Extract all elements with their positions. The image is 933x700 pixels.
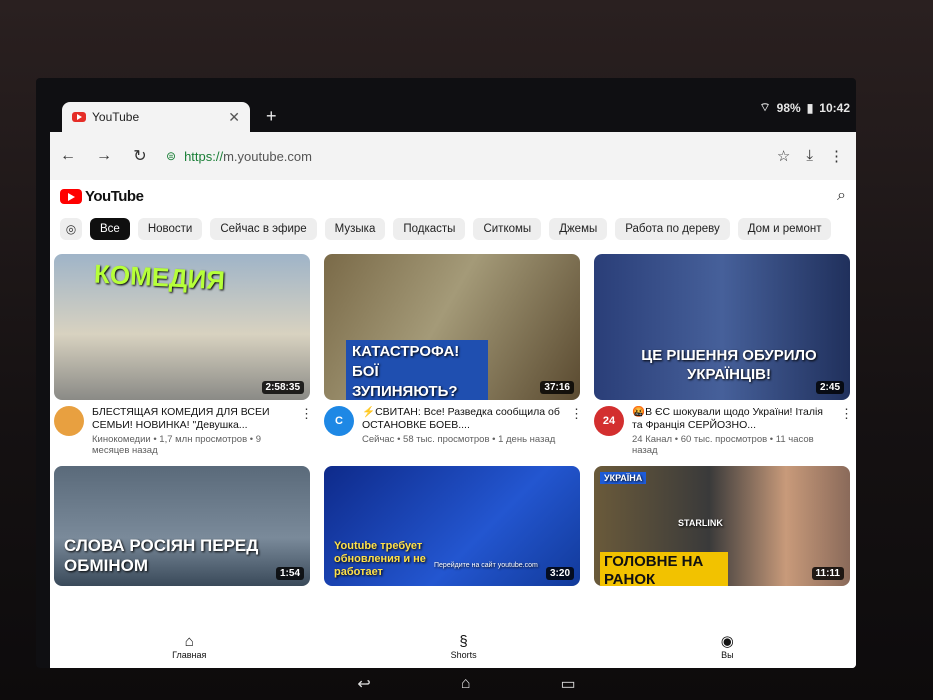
nav-home[interactable]: ⌂ Главная bbox=[172, 633, 206, 660]
video-duration: 11:11 bbox=[811, 567, 844, 580]
youtube-play-icon bbox=[60, 188, 82, 204]
back-icon[interactable]: ← bbox=[50, 147, 86, 165]
tab-title: YouTube bbox=[92, 110, 140, 124]
chip-podcasts[interactable]: Подкасты bbox=[393, 218, 466, 240]
browser-tab[interactable]: YouTube ✕ bbox=[62, 102, 250, 132]
thumbnail-caption: КАТАСТРОФА! БОЇ ЗУПИНЯЮТЬ? bbox=[346, 340, 488, 400]
chip-home-repair[interactable]: Дом и ремонт bbox=[737, 218, 832, 240]
home-icon: ⌂ bbox=[184, 632, 194, 650]
home-button-icon[interactable]: ⌂ bbox=[461, 675, 471, 693]
video-grid: КОМЕДИЯ 2:58:35 БЛЕСТЯЩАЯ КОМЕДИЯ ДЛЯ ВС… bbox=[54, 254, 854, 586]
nav-shorts-label: Shorts bbox=[450, 649, 477, 660]
chip-all[interactable]: Все bbox=[90, 218, 130, 240]
video-card[interactable]: СЛОВА РОСІЯН ПЕРЕД ОБМІНОМ 1:54 bbox=[54, 466, 310, 586]
url-host: m.youtube.com bbox=[223, 148, 312, 164]
video-duration: 1:54 bbox=[275, 567, 304, 580]
video-duration: 3:20 bbox=[545, 567, 574, 580]
video-card[interactable]: ЦЕ РІШЕННЯ ОБУРИЛО УКРАЇНЦІВ! 2:45 24 🤬В… bbox=[594, 254, 853, 456]
bottom-navigation: ⌂ Главная § Shorts ◉ Вы bbox=[50, 624, 856, 668]
thumbnail-caption: КОМЕДИЯ bbox=[93, 258, 226, 296]
more-options-icon[interactable]: ⋮ bbox=[570, 406, 583, 445]
reload-icon[interactable]: ↻ bbox=[122, 146, 158, 166]
nav-shorts[interactable]: § Shorts bbox=[451, 633, 477, 660]
youtube-header: YouTube ⌕ bbox=[50, 180, 856, 212]
video-meta: 24 Канал • 60 тыс. просмотров • 11 часов… bbox=[632, 434, 814, 456]
thumbnail-caption: ГОЛОВНЕ НА РАНОК bbox=[600, 552, 728, 586]
video-duration: 2:58:35 bbox=[261, 381, 304, 394]
thumbnail-caption: ЦЕ РІШЕННЯ ОБУРИЛО УКРАЇНЦІВ! bbox=[641, 347, 817, 383]
back-gesture-icon[interactable]: ↩ bbox=[357, 674, 370, 694]
video-meta: Кинокомедии • 1,7 млн просмотров • 9 мес… bbox=[92, 434, 262, 456]
video-card[interactable]: КАТАСТРОФА! БОЇ ЗУПИНЯЮТЬ? 37:16 С ⚡СВИТ… bbox=[324, 254, 583, 456]
channel-avatar[interactable] bbox=[54, 406, 84, 436]
chip-woodworking[interactable]: Работа по дереву bbox=[615, 218, 730, 240]
explore-compass-icon[interactable]: ◎ bbox=[60, 218, 82, 240]
tablet-screen: ⌔ 98% ▮ 10:42 YouTube ✕ + ← → ↻ ⊜ https:… bbox=[36, 78, 856, 668]
more-options-icon[interactable]: ⋮ bbox=[840, 406, 853, 456]
video-card[interactable]: КОМЕДИЯ 2:58:35 БЛЕСТЯЩАЯ КОМЕДИЯ ДЛЯ ВС… bbox=[54, 254, 313, 456]
account-icon: ◉ bbox=[720, 633, 734, 650]
channel-avatar[interactable]: 24 bbox=[594, 406, 624, 436]
video-thumbnail[interactable]: КОМЕДИЯ 2:58:35 bbox=[54, 254, 310, 400]
channel-avatar[interactable]: С bbox=[324, 406, 354, 436]
video-title[interactable]: БЛЕСТЯЩАЯ КОМЕДИЯ ДЛЯ ВСЕИ СЕМЬИ! НОВИНК… bbox=[92, 406, 292, 432]
new-tab-button[interactable]: + bbox=[266, 106, 277, 127]
chip-news[interactable]: Новости bbox=[137, 218, 203, 240]
youtube-logo[interactable]: YouTube bbox=[60, 187, 144, 205]
category-chips: ◎ Все Новости Сейчас в эфире Музыка Подк… bbox=[50, 212, 856, 246]
chip-live[interactable]: Сейчас в эфире bbox=[210, 218, 317, 240]
logo-text: YouTube bbox=[85, 187, 144, 205]
video-thumbnail[interactable]: ЦЕ РІШЕННЯ ОБУРИЛО УКРАЇНЦІВ! 2:45 bbox=[594, 254, 850, 400]
more-options-icon[interactable]: ⋮ bbox=[300, 406, 313, 456]
thumbnail-subcaption: Перейдите на сайт youtube.com bbox=[434, 562, 538, 569]
video-title[interactable]: ⚡СВИТАН: Все! Разведка сообщила об ОСТАН… bbox=[362, 406, 562, 432]
close-tab-icon[interactable]: ✕ bbox=[228, 109, 240, 126]
video-meta: Сейчас • 58 тыс. просмотров • 1 день наз… bbox=[362, 434, 556, 445]
system-navigation-bar: ↩ ⌂ ▭ bbox=[0, 668, 933, 700]
site-info-icon[interactable]: ⊜ bbox=[166, 149, 176, 163]
recents-icon[interactable]: ▭ bbox=[560, 674, 575, 694]
video-thumbnail[interactable]: КАТАСТРОФА! БОЇ ЗУПИНЯЮТЬ? 37:16 bbox=[324, 254, 580, 400]
video-thumbnail[interactable]: УКРАЇНА STARLINK ГОЛОВНЕ НА РАНОК 11:11 bbox=[594, 466, 850, 586]
download-icon[interactable]: ⤓ bbox=[806, 147, 813, 165]
bookmark-star-icon[interactable]: ☆ bbox=[777, 147, 790, 165]
chip-music[interactable]: Музыка bbox=[324, 218, 386, 240]
youtube-page: YouTube ⌕ ◎ Все Новости Сейчас в эфире М… bbox=[50, 180, 856, 668]
chip-jams[interactable]: Джемы bbox=[549, 218, 608, 240]
url-scheme: https:// bbox=[184, 148, 224, 164]
video-card[interactable]: УКРАЇНА STARLINK ГОЛОВНЕ НА РАНОК 11:11 bbox=[594, 466, 850, 586]
nav-you-label: Вы bbox=[721, 650, 734, 660]
thumbnail-tag: УКРАЇНА bbox=[600, 472, 647, 484]
search-icon[interactable]: ⌕ bbox=[837, 187, 846, 205]
thumbnail-brand: STARLINK bbox=[678, 518, 723, 528]
video-title[interactable]: 🤬В ЄС шокували щодо України! Італія та Ф… bbox=[632, 406, 832, 432]
browser-toolbar: ← → ↻ ⊜ https:// m.youtube.com ☆ ⤓ ⋮ bbox=[50, 132, 856, 180]
video-card[interactable]: Youtube требует обновления и не работает… bbox=[324, 466, 580, 586]
tab-strip: YouTube ✕ + bbox=[36, 102, 856, 132]
video-duration: 37:16 bbox=[540, 381, 574, 394]
menu-dots-icon[interactable]: ⋮ bbox=[829, 147, 844, 165]
shorts-icon: § bbox=[459, 632, 468, 650]
address-bar[interactable]: ⊜ https:// m.youtube.com bbox=[166, 149, 312, 164]
thumbnail-caption: Youtube требует обновления и не работает bbox=[334, 540, 426, 578]
forward-icon[interactable]: → bbox=[86, 147, 122, 165]
video-thumbnail[interactable]: СЛОВА РОСІЯН ПЕРЕД ОБМІНОМ 1:54 bbox=[54, 466, 310, 586]
thumbnail-caption: СЛОВА РОСІЯН ПЕРЕД ОБМІНОМ bbox=[64, 536, 259, 575]
youtube-favicon-icon bbox=[72, 112, 86, 122]
video-duration: 2:45 bbox=[815, 381, 844, 394]
chip-sitcoms[interactable]: Ситкомы bbox=[473, 218, 542, 240]
nav-you[interactable]: ◉ Вы bbox=[721, 632, 734, 660]
video-thumbnail[interactable]: Youtube требует обновления и не работает… bbox=[324, 466, 580, 586]
nav-home-label: Главная bbox=[172, 649, 207, 660]
